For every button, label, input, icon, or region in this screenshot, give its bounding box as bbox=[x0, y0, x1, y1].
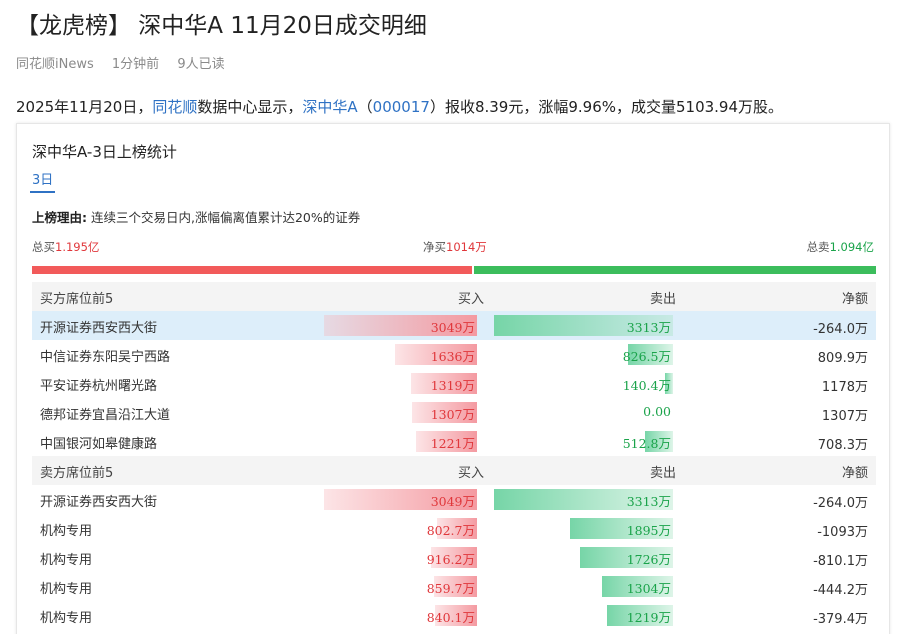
header-sell: 卖出 bbox=[649, 466, 676, 481]
table-row[interactable]: 开源证券西安西大街 3049万 3313万 -264.0万 bbox=[32, 311, 876, 340]
source-label[interactable]: 同花顺iNews bbox=[16, 57, 94, 72]
tab-3day[interactable]: 3日 bbox=[30, 169, 56, 193]
sell-amount: 1726万 bbox=[626, 552, 671, 567]
sell-ratio-fill bbox=[474, 266, 876, 274]
summary-text: 2025年11月20日， bbox=[16, 98, 153, 116]
stock-name-link[interactable]: 深中华A bbox=[302, 98, 357, 116]
net-amount: -264.0万 bbox=[813, 496, 868, 511]
net-buy-value: 1014万 bbox=[446, 240, 487, 254]
buy-amount: 1307万 bbox=[430, 407, 475, 422]
seat-name[interactable]: 中信证券东阳吴宁西路 bbox=[40, 346, 170, 365]
stock-code-link[interactable]: 000017 bbox=[373, 98, 430, 116]
buy-amount: 3049万 bbox=[430, 494, 475, 509]
summary-text: （ bbox=[357, 98, 373, 116]
reason-text: 连续三个交易日内,涨幅偏离值累计达20%的证券 bbox=[87, 210, 361, 225]
buy-amount: 802.7万 bbox=[426, 523, 475, 538]
table-row[interactable]: 中国银河如皋健康路 1221万 512.8万 708.3万 bbox=[32, 427, 876, 456]
buy-sell-ratio-bar bbox=[32, 266, 876, 274]
net-amount: -444.2万 bbox=[813, 583, 868, 598]
net-amount: 708.3万 bbox=[817, 438, 868, 453]
article-title: 【龙虎榜】 深中华A 11月20日成交明细 bbox=[16, 13, 427, 39]
sell-amount: 0.00 bbox=[643, 404, 671, 419]
seat-name[interactable]: 中国银河如皋健康路 bbox=[40, 433, 157, 452]
buy-amount: 859.7万 bbox=[426, 581, 475, 596]
reason-label: 上榜理由: bbox=[32, 210, 87, 225]
dragon-tiger-card: 深中华A-3日上榜统计 3日 上榜理由: 连续三个交易日内,涨幅偏离值累计达20… bbox=[16, 123, 890, 634]
buy-amount: 1636万 bbox=[430, 349, 475, 364]
net-amount: -264.0万 bbox=[813, 322, 868, 337]
table-row[interactable]: 德邦证券宜昌沿江大道 1307万 0.00 1307万 bbox=[32, 398, 876, 427]
sell-amount: 1895万 bbox=[626, 523, 671, 538]
summary-text: 数据中心显示， bbox=[197, 98, 303, 116]
seat-name[interactable]: 机构专用 bbox=[40, 607, 92, 626]
net-amount: -379.4万 bbox=[813, 612, 868, 627]
table-row[interactable]: 开源证券西安西大街 3049万 3313万 -264.0万 bbox=[32, 485, 876, 514]
net-amount: 1307万 bbox=[821, 409, 868, 424]
table-row[interactable]: 机构专用 859.7万 1304万 -444.2万 bbox=[32, 572, 876, 601]
seat-table: 买方席位前5 买入 卖出 净额 开源证券西安西大街 3049万 3313万 -264.0万 中信… bbox=[32, 282, 876, 630]
sell-amount: 512.8万 bbox=[622, 436, 671, 451]
buy-amount: 916.2万 bbox=[426, 552, 475, 567]
article-meta: 同花顺iNews 1分钟前 9人已读 bbox=[16, 53, 239, 72]
buy-amount: 3049万 bbox=[430, 320, 475, 335]
buy-amount: 1221万 bbox=[430, 436, 475, 451]
time-label: 1分钟前 bbox=[111, 57, 160, 72]
table-row[interactable]: 平安证券杭州曙光路 1319万 140.4万 1178万 bbox=[32, 369, 876, 398]
header-seat: 卖方席位前5 bbox=[40, 466, 114, 481]
net-amount: 809.9万 bbox=[817, 351, 868, 366]
seat-name[interactable]: 开源证券西安西大街 bbox=[40, 317, 157, 336]
sell-amount: 1304万 bbox=[626, 581, 671, 596]
table-row[interactable]: 机构专用 840.1万 1219万 -379.4万 bbox=[32, 601, 876, 630]
sell-amount: 140.4万 bbox=[622, 378, 671, 393]
header-net: 净额 bbox=[841, 292, 868, 307]
seat-name[interactable]: 平安证券杭州曙光路 bbox=[40, 375, 157, 394]
net-amount: 1178万 bbox=[821, 380, 868, 395]
total-sell-value: 1.094亿 bbox=[829, 240, 874, 254]
seat-name[interactable]: 机构专用 bbox=[40, 520, 92, 539]
buy-amount: 840.1万 bbox=[426, 610, 475, 625]
sell-amount: 3313万 bbox=[626, 494, 671, 509]
seat-name[interactable]: 德邦证券宜昌沿江大道 bbox=[40, 404, 170, 423]
sell-amount: 3313万 bbox=[626, 320, 671, 335]
header-net: 净额 bbox=[841, 466, 868, 481]
buy-amount: 1319万 bbox=[430, 378, 475, 393]
listing-reason: 上榜理由: 连续三个交易日内,涨幅偏离值累计达20%的证券 bbox=[32, 207, 360, 226]
buy-ratio-fill bbox=[32, 266, 472, 274]
header-sell: 卖出 bbox=[649, 292, 676, 307]
ths-link[interactable]: 同花顺 bbox=[152, 98, 197, 116]
net-buy: 净买1014万 bbox=[423, 239, 487, 255]
total-buy-label: 总买 bbox=[32, 240, 55, 254]
header-seat: 买方席位前5 bbox=[40, 292, 114, 307]
total-buy: 总买1.195亿 bbox=[32, 239, 99, 255]
net-amount: -1093万 bbox=[817, 525, 868, 540]
table-row[interactable]: 中信证券东阳吴宁西路 1636万 826.5万 809.9万 bbox=[32, 340, 876, 369]
total-buy-value: 1.195亿 bbox=[55, 240, 100, 254]
header-buy: 买入 bbox=[457, 466, 484, 481]
seat-name[interactable]: 开源证券西安西大街 bbox=[40, 491, 157, 510]
sell-seats-header: 卖方席位前5 买入 卖出 净额 bbox=[32, 456, 876, 485]
sell-amount: 1219万 bbox=[626, 610, 671, 625]
header-buy: 买入 bbox=[457, 292, 484, 307]
summary-paragraph: 2025年11月20日，同花顺数据中心显示，深中华A（000017）报收8.39… bbox=[16, 96, 783, 117]
total-sell: 总卖1.094亿 bbox=[807, 239, 874, 255]
sell-amount: 826.5万 bbox=[622, 349, 671, 364]
table-row[interactable]: 机构专用 802.7万 1895万 -1093万 bbox=[32, 514, 876, 543]
seat-name[interactable]: 机构专用 bbox=[40, 549, 92, 568]
buy-seats-header: 买方席位前5 买入 卖出 净额 bbox=[32, 282, 876, 311]
card-title: 深中华A-3日上榜统计 bbox=[32, 143, 177, 161]
seat-name[interactable]: 机构专用 bbox=[40, 578, 92, 597]
net-buy-label: 净买 bbox=[423, 240, 446, 254]
total-sell-label: 总卖 bbox=[806, 240, 830, 254]
net-amount: -810.1万 bbox=[813, 554, 868, 569]
table-row[interactable]: 机构专用 916.2万 1726万 -810.1万 bbox=[32, 543, 876, 572]
summary-text: ）报收8.39元，涨幅9.96%，成交量5103.94万股。 bbox=[429, 98, 784, 116]
read-count: 9人已读 bbox=[177, 57, 225, 72]
